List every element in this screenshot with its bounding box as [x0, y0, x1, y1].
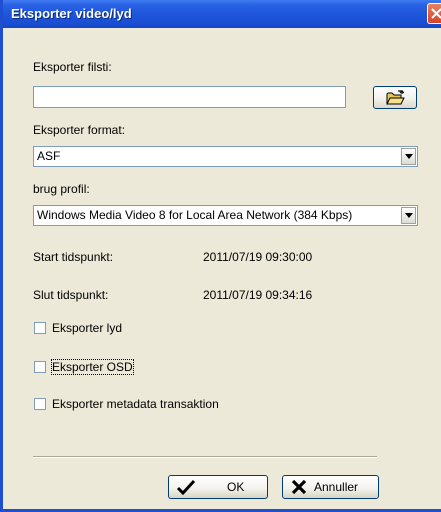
- cancel-button[interactable]: Annuller: [282, 475, 379, 499]
- path-label: Eksporter filsti:: [33, 60, 112, 74]
- browse-folder-button[interactable]: [373, 86, 417, 109]
- start-time-value: 2011/07/19 09:30:00: [203, 250, 313, 264]
- export-audio-checkbox[interactable]: [34, 322, 46, 334]
- profile-select[interactable]: Windows Media Video 8 for Local Area Net…: [33, 205, 418, 226]
- profile-selected-value: Windows Media Video 8 for Local Area Net…: [37, 208, 353, 222]
- chevron-down-icon: [405, 154, 413, 159]
- dialog-title: Eksporter video/lyd: [11, 6, 132, 21]
- close-icon: [431, 8, 441, 19]
- start-time-label: Start tidspunkt:: [33, 250, 114, 264]
- export-metadata-option[interactable]: Eksporter metadata transaktion: [34, 397, 294, 413]
- checkmark-icon: [177, 479, 195, 495]
- export-osd-checkbox[interactable]: [34, 361, 46, 373]
- title-bar[interactable]: Eksporter video/lyd: [3, 0, 441, 28]
- chevron-down-icon: [405, 213, 413, 218]
- export-dialog: Eksporter video/lyd Eksporter filsti: Ek…: [0, 0, 441, 512]
- close-button[interactable]: [427, 3, 441, 24]
- format-label: Eksporter format:: [33, 123, 126, 137]
- format-dropdown-button[interactable]: [401, 148, 416, 165]
- end-time-value: 2011/07/19 09:34:16: [203, 288, 313, 302]
- export-metadata-checkbox[interactable]: [34, 398, 46, 410]
- export-osd-option[interactable]: Eksporter OSD: [34, 359, 184, 376]
- x-icon: [291, 479, 307, 495]
- end-time-label: Slut tidspunkt:: [33, 288, 109, 302]
- export-metadata-label: Eksporter metadata transaktion: [52, 397, 219, 411]
- export-audio-label: Eksporter lyd: [52, 321, 123, 335]
- format-select[interactable]: ASF: [33, 146, 418, 167]
- path-input[interactable]: [33, 86, 346, 108]
- folder-open-icon: [386, 90, 405, 105]
- ok-button[interactable]: OK: [168, 475, 268, 499]
- separator-line: [33, 456, 377, 458]
- profile-dropdown-button[interactable]: [401, 207, 416, 224]
- ok-label: OK: [227, 480, 245, 494]
- cancel-label: Annuller: [314, 480, 359, 494]
- export-osd-label: Eksporter OSD: [51, 359, 134, 375]
- format-selected-value: ASF: [37, 149, 61, 163]
- profile-label: brug profil:: [33, 182, 90, 196]
- export-audio-option[interactable]: Eksporter lyd: [34, 321, 184, 337]
